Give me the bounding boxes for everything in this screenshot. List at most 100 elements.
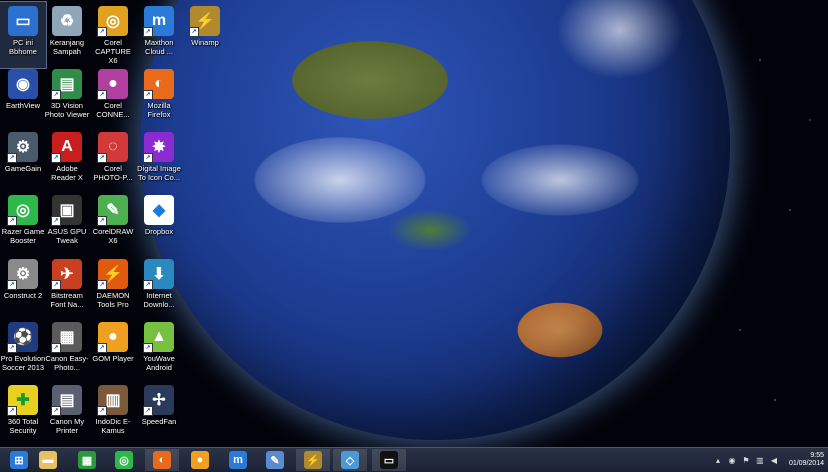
flag-icon[interactable]: ⚑ bbox=[741, 456, 751, 465]
taskbar-app[interactable]: ◇ bbox=[333, 449, 367, 471]
taskbar-cmd[interactable]: ▭ bbox=[372, 449, 406, 471]
shortcut-arrow-icon: ↗ bbox=[143, 27, 153, 37]
desktop-icon-keranjang-sampah[interactable]: ♻ Keranjang Sampah bbox=[44, 2, 90, 68]
desktop-icon-label: GOM Player bbox=[92, 354, 134, 363]
chevron-up-icon[interactable]: ▴ bbox=[713, 456, 723, 465]
desktop-icon-label: GameGain bbox=[4, 164, 42, 173]
digital-image-icon: ✸ ↗ bbox=[143, 132, 174, 163]
desktop-icon-youwave[interactable]: ▲ ↗ YouWave Android bbox=[136, 318, 182, 384]
taskbar-file-explorer[interactable]: ▬ bbox=[31, 449, 65, 471]
desktop-icon-asus-gpu-tweak[interactable]: ▣ ↗ ASUS GPU Tweak bbox=[44, 191, 90, 257]
desktop-icon-pc-ini-bbhome[interactable]: ▭ PC ini Bbhome bbox=[0, 1, 47, 69]
desktop-icon-label: DAEMON Tools Pro bbox=[96, 291, 130, 309]
shortcut-arrow-icon: ↗ bbox=[97, 216, 107, 226]
shortcut-arrow-icon: ↗ bbox=[97, 153, 107, 163]
gom-player-icon: ● ↗ bbox=[97, 322, 128, 353]
taskbar-maxthon[interactable]: m bbox=[221, 449, 255, 471]
bitstream-icon: ✈ ↗ bbox=[51, 259, 82, 290]
desktop-icon-mozilla-firefox[interactable]: ◐ ↗ Mozilla Firefox bbox=[136, 65, 182, 131]
taskbar-winamp[interactable]: ⚡ bbox=[296, 449, 330, 471]
shortcut-arrow-icon: ↗ bbox=[189, 27, 199, 37]
desktop-icon-label: Digital Image To Icon Co... bbox=[137, 164, 181, 182]
desktop-icon-label: Razer Game Booster bbox=[1, 227, 45, 245]
asus-gpu-icon: ▣ ↗ bbox=[51, 195, 82, 226]
desktop-icon-gom-player[interactable]: ● ↗ GOM Player bbox=[90, 318, 136, 384]
clock[interactable]: 9:55 01/09/2014 bbox=[789, 452, 824, 468]
desktop-icon-canon-easy-photo[interactable]: ▦ ↗ Canon Easy-Photo... bbox=[44, 318, 90, 384]
desktop-icon-digital-image[interactable]: ✸ ↗ Digital Image To Icon Co... bbox=[136, 128, 182, 194]
desktop-icon-internet-download[interactable]: ⬇ ↗ Internet Downlo... bbox=[136, 255, 182, 321]
desktop-icon-label: 360 Total Security bbox=[7, 417, 39, 435]
shortcut-arrow-icon: ↗ bbox=[7, 343, 17, 353]
shortcut-arrow-icon: ↗ bbox=[51, 280, 61, 290]
shortcut-arrow-icon: ↗ bbox=[97, 343, 107, 353]
desktop-icon-maxthon[interactable]: m ↗ Maxthon Cloud ... bbox=[136, 2, 182, 68]
coreldraw-icon: ✎ ↗ bbox=[97, 195, 128, 226]
taskbar: ⊞ ▬ ▦ ◎ ◐ ● m ✎ ⚡ ◇ ▭ ▴ ◉ ⚑ ▥ ◀ 9:55 01/09/2014 bbox=[0, 447, 828, 472]
construct-icon: ⚙ ↗ bbox=[7, 259, 38, 290]
gamegain-icon: ⚙ ↗ bbox=[7, 132, 38, 163]
taskbar-razer[interactable]: ◎ bbox=[107, 449, 141, 471]
desktop-icon-label: Keranjang Sampah bbox=[49, 38, 85, 56]
desktop-icon-corel-capture[interactable]: ◎ ↗ Corel CAPTURE X6 bbox=[90, 2, 136, 68]
desktop-icon-winamp[interactable]: ⚡ ↗ Winamp bbox=[182, 2, 228, 68]
desktop-icon-adobe-reader[interactable]: A ↗ Adobe Reader X bbox=[44, 128, 90, 194]
taskbar-paint[interactable]: ✎ bbox=[258, 449, 292, 471]
network-icon[interactable]: ▥ bbox=[755, 456, 765, 465]
paint-icon: ✎ bbox=[266, 451, 284, 469]
adobe-reader-icon: A ↗ bbox=[51, 132, 82, 163]
desktop-icon-dropbox[interactable]: ◆ Dropbox bbox=[136, 191, 182, 257]
shortcut-arrow-icon: ↗ bbox=[97, 406, 107, 416]
firefox-icon: ◐ bbox=[153, 451, 171, 469]
desktop-icon-construct-2[interactable]: ⚙ ↗ Construct 2 bbox=[0, 255, 46, 321]
clock-time: 9:55 bbox=[810, 452, 824, 459]
shortcut-arrow-icon: ↗ bbox=[143, 90, 153, 100]
desktop-icon-razer-game-booster[interactable]: ◎ ↗ Razer Game Booster bbox=[0, 191, 46, 257]
desktop-icon-label: Adobe Reader X bbox=[51, 164, 83, 182]
desktop-icon-corel-connect[interactable]: ● ↗ Corel CONNE... bbox=[90, 65, 136, 131]
desktop-icon-earthview[interactable]: ◉ EarthView bbox=[0, 65, 46, 131]
desktop-icon-canon-my-printer[interactable]: ▤ ↗ Canon My Printer bbox=[44, 381, 90, 447]
blue-window-icon: ◇ bbox=[341, 451, 359, 469]
desktop-icon-bitstream-font[interactable]: ✈ ↗ Bitstream Font Na... bbox=[44, 255, 90, 321]
canon-my-printer-icon: ▤ ↗ bbox=[51, 385, 82, 416]
desktop-icon-speedfan[interactable]: ✢ ↗ SpeedFan bbox=[136, 381, 182, 447]
desktop-icon-label: CorelDRAW X6 bbox=[92, 227, 134, 245]
desktop-icon-3d-vision[interactable]: ▤ ↗ 3D Vision Photo Viewer bbox=[44, 65, 90, 131]
shortcut-arrow-icon: ↗ bbox=[51, 343, 61, 353]
desktop-icon-label: EarthView bbox=[5, 101, 41, 110]
volume-icon[interactable]: ◀ bbox=[769, 456, 779, 465]
desktop-icon-label: Dropbox bbox=[144, 227, 174, 236]
desktop-icon-360-total-security[interactable]: ✚ ↗ 360 Total Security bbox=[0, 381, 46, 447]
desktop-icon-coreldraw[interactable]: ✎ ↗ CorelDRAW X6 bbox=[90, 191, 136, 257]
razer-icon: ◎ bbox=[115, 451, 133, 469]
indodic-icon: ▥ ↗ bbox=[97, 385, 128, 416]
shortcut-arrow-icon: ↗ bbox=[51, 90, 61, 100]
app-tray-icon[interactable]: ◉ bbox=[727, 456, 737, 465]
corel-photo-paint-icon: ◌ ↗ bbox=[97, 132, 128, 163]
desktop-icon-label: Internet Downlo... bbox=[143, 291, 175, 309]
taskbar-store[interactable]: ▦ bbox=[70, 449, 104, 471]
clock-date: 01/09/2014 bbox=[788, 460, 824, 467]
shortcut-arrow-icon: ↗ bbox=[143, 280, 153, 290]
shortcut-arrow-icon: ↗ bbox=[7, 406, 17, 416]
desktop-icon-label: Corel PHOTO-P... bbox=[93, 164, 133, 182]
desktop-icon-label: Maxthon Cloud ... bbox=[144, 38, 174, 56]
console-icon: ▭ bbox=[380, 451, 398, 469]
shortcut-arrow-icon: ↗ bbox=[97, 27, 107, 37]
desktop-icon-corel-photo-paint[interactable]: ◌ ↗ Corel PHOTO-P... bbox=[90, 128, 136, 194]
recycle-bin-icon: ♻ bbox=[52, 6, 82, 36]
taskbar-gom[interactable]: ● bbox=[183, 449, 217, 471]
desktop-icon-gamegain[interactable]: ⚙ ↗ GameGain bbox=[0, 128, 46, 194]
desktop-icon-label: Pro Evolution Soccer 2013 bbox=[0, 354, 46, 372]
canon-printer-icon: ▦ ↗ bbox=[51, 322, 82, 353]
desktop-icon-label: Corel CONNE... bbox=[96, 101, 130, 119]
taskbar-firefox[interactable]: ◐ bbox=[145, 449, 179, 471]
desktop-icon-pro-evolution[interactable]: ⚽ ↗ Pro Evolution Soccer 2013 bbox=[0, 318, 46, 384]
gom-player-icon: ● bbox=[191, 451, 209, 469]
desktop-icon-indodic[interactable]: ▥ ↗ IndoDic E-Kamus bbox=[90, 381, 136, 447]
desktop-icon-label: 3D Vision Photo Viewer bbox=[44, 101, 90, 119]
desktop-icon-label: IndoDic E-Kamus bbox=[95, 417, 131, 435]
windows-start-icon: ⊞ bbox=[10, 451, 28, 469]
desktop-icon-daemon-tools[interactable]: ⚡ ↗ DAEMON Tools Pro bbox=[90, 255, 136, 321]
